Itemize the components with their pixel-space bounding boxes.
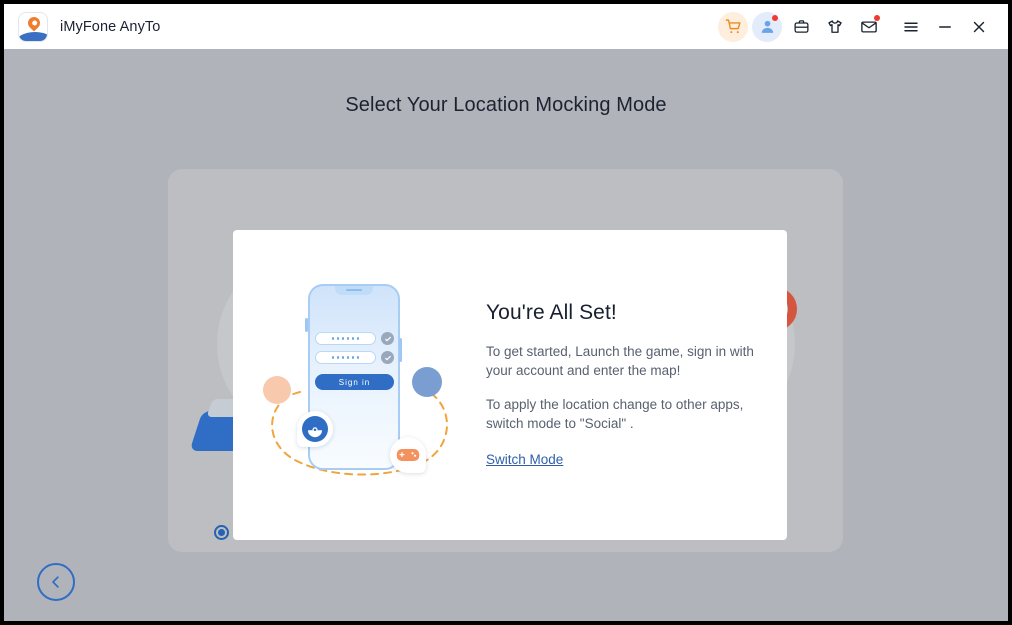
check-icon xyxy=(381,351,394,364)
title-bar: iMyFone AnyTo xyxy=(4,4,1008,49)
all-set-modal: Sign in You're All Set! To get started, … xyxy=(233,230,787,540)
check-icon xyxy=(381,332,394,345)
back-button[interactable] xyxy=(37,563,75,601)
phone-username-field xyxy=(315,332,376,345)
minimize-icon[interactable] xyxy=(930,12,960,42)
phone-password-field xyxy=(315,351,376,364)
chevron-left-icon xyxy=(52,576,59,588)
cart-icon[interactable] xyxy=(718,11,748,42)
titlebar-actions xyxy=(718,11,994,42)
phone-field-row-username xyxy=(315,332,394,345)
pokeball-glyph xyxy=(302,416,328,442)
gamepad-icon xyxy=(390,437,426,473)
modal-text-block: You're All Set! To get started, Launch t… xyxy=(477,301,787,469)
briefcase-icon[interactable] xyxy=(786,12,816,42)
user-icon[interactable] xyxy=(752,11,782,42)
main-content: Select Your Location Mocking Mode Works … xyxy=(4,49,1008,621)
user-notification-badge xyxy=(772,14,778,21)
modal-paragraph-2: To apply the location change to other ap… xyxy=(486,397,744,431)
switch-mode-link[interactable]: Switch Mode xyxy=(486,452,563,467)
modal-paragraph-1: To get started, Launch the game, sign in… xyxy=(486,344,754,378)
blue-orb xyxy=(412,367,442,397)
disclaimer-radio[interactable] xyxy=(214,525,230,540)
phone-side-button-right xyxy=(399,338,402,362)
peach-orb xyxy=(263,376,291,404)
phone-sign-in-button: Sign in xyxy=(315,374,394,390)
app-title: iMyFone AnyTo xyxy=(60,18,161,35)
mail-icon[interactable] xyxy=(854,12,884,42)
disclaimer-radio-dot xyxy=(218,529,226,536)
page-title: Select Your Location Mocking Mode xyxy=(345,94,667,116)
phone-side-button-left xyxy=(305,318,308,332)
mail-notification-badge xyxy=(874,14,880,21)
sign-in-illustration: Sign in xyxy=(247,270,477,500)
phone-notch xyxy=(335,286,373,295)
modal-heading: You're All Set! xyxy=(486,301,617,324)
location-pin-logo xyxy=(18,11,48,42)
application-window: iMyFone AnyTo Select Your Location Mocki… xyxy=(4,4,1008,621)
hamburger-menu-icon[interactable] xyxy=(896,12,926,42)
gamepad-glyph xyxy=(395,442,421,468)
phone-field-row-password xyxy=(315,351,394,364)
logo-pin-shape xyxy=(25,14,43,31)
close-icon[interactable] xyxy=(964,12,994,42)
tshirt-icon[interactable] xyxy=(820,12,850,42)
logo-wave-shape xyxy=(19,31,47,41)
pokeball-icon xyxy=(297,411,333,447)
